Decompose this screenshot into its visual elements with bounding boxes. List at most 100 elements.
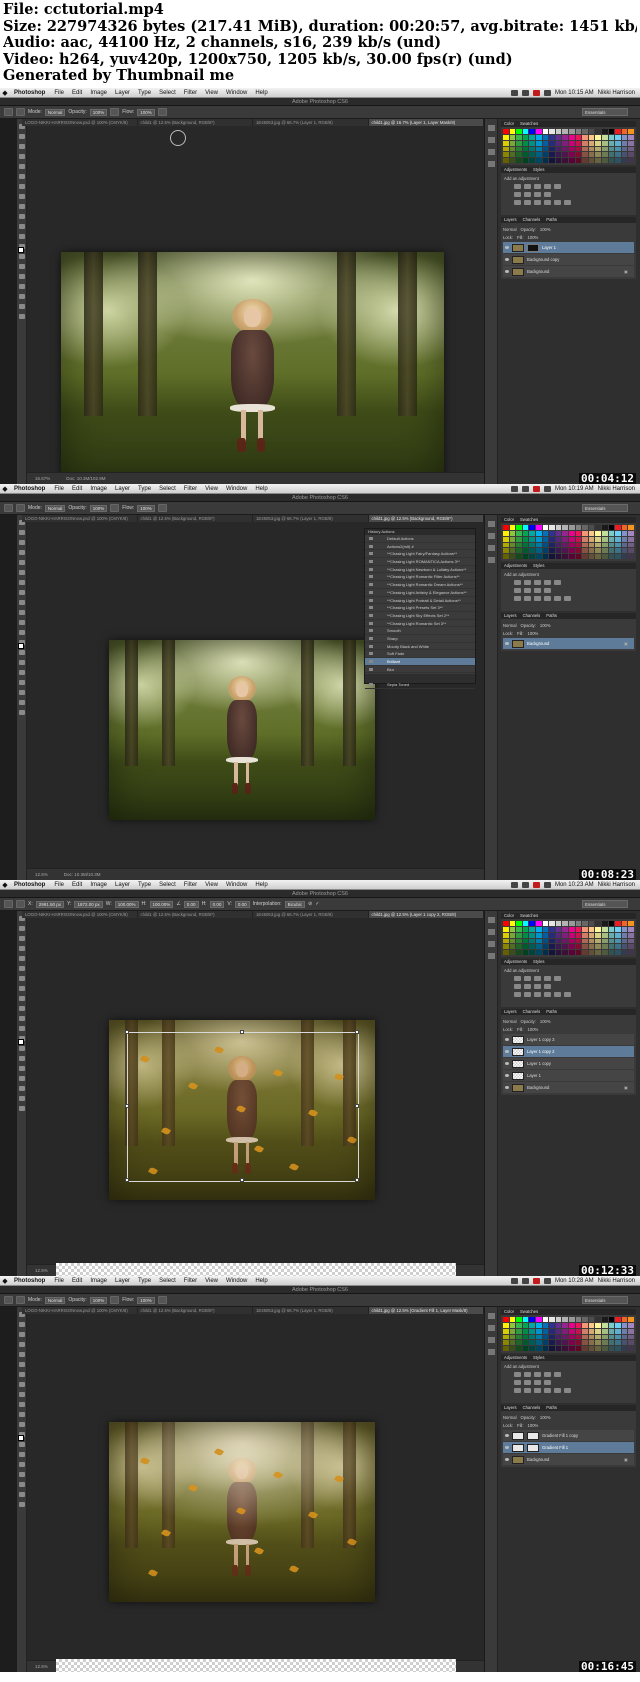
swatch[interactable] <box>588 158 595 163</box>
panel-icon[interactable] <box>487 1313 495 1319</box>
gradient-tool-icon[interactable] <box>18 630 25 635</box>
menu-item-help[interactable]: Help <box>251 90 271 96</box>
transform-handle[interactable] <box>355 1178 359 1182</box>
swatch[interactable] <box>588 152 595 158</box>
swatch[interactable] <box>529 530 535 536</box>
swatch[interactable] <box>555 1334 562 1340</box>
record-icon[interactable] <box>532 485 540 492</box>
swatch[interactable] <box>503 1322 509 1328</box>
adjustment-icon[interactable] <box>524 1380 531 1385</box>
panel-icon[interactable] <box>487 125 495 131</box>
foreground-color-swatch[interactable] <box>18 1435 24 1441</box>
user-name[interactable]: Nikki Harrison <box>598 486 635 492</box>
swatch[interactable] <box>562 140 568 146</box>
styles-tab[interactable]: Styles <box>533 1355 544 1360</box>
swatch[interactable] <box>621 140 628 146</box>
swatch[interactable] <box>542 158 549 163</box>
swatch[interactable] <box>522 129 529 134</box>
swatch[interactable] <box>588 530 595 536</box>
swatch[interactable] <box>628 542 634 548</box>
document-tab[interactable]: child1 @ 12.5% (Background, RGB/8*) <box>138 1307 253 1314</box>
layers-tab[interactable]: Layers <box>504 217 517 222</box>
swatch[interactable] <box>595 140 601 146</box>
action-item[interactable]: **Chasing Light Romantic Dream Actions** <box>365 581 475 589</box>
apple-menu-icon[interactable]: ◆ <box>0 485 10 493</box>
adjustment-icon[interactable] <box>544 580 551 585</box>
swatch[interactable] <box>568 536 575 542</box>
swatch[interactable] <box>575 146 582 152</box>
swatch[interactable] <box>621 944 628 950</box>
swatch[interactable] <box>516 932 522 938</box>
layer-row[interactable]: Background ▣ <box>503 1454 634 1465</box>
swatch[interactable] <box>568 542 575 548</box>
swatch[interactable] <box>529 536 535 542</box>
swatch[interactable] <box>628 158 634 163</box>
swatch[interactable] <box>535 530 542 536</box>
volume-icon[interactable] <box>543 881 551 888</box>
swatch[interactable] <box>509 158 516 163</box>
swatch[interactable] <box>575 129 582 134</box>
panel-icon[interactable] <box>487 161 495 167</box>
document-tab[interactable]: LOGO-NIKKI-HARRISONnew.psd @ 100% (CMYK/… <box>22 119 138 126</box>
styles-tab[interactable]: Styles <box>533 959 544 964</box>
swatch[interactable] <box>562 146 568 152</box>
swatch[interactable] <box>509 140 516 146</box>
menu-item-filter[interactable]: Filter <box>180 882 201 888</box>
swatch[interactable] <box>608 536 615 542</box>
swatch[interactable] <box>562 1334 568 1340</box>
hand-tool-icon[interactable] <box>18 1096 25 1101</box>
adjustment-icon[interactable] <box>514 992 521 997</box>
swatch[interactable] <box>621 129 628 134</box>
swatch[interactable] <box>549 146 555 152</box>
swatch[interactable] <box>516 926 522 932</box>
eyedropper-tool-icon[interactable] <box>18 1362 25 1367</box>
swatch[interactable] <box>621 530 628 536</box>
swatch[interactable] <box>621 1322 628 1328</box>
swatch[interactable] <box>516 146 522 152</box>
swatch[interactable] <box>516 1340 522 1346</box>
menu-item-file[interactable]: File <box>50 90 68 96</box>
mode-select[interactable]: Normal <box>44 1296 66 1304</box>
visibility-eye-icon[interactable] <box>505 1446 509 1449</box>
adjustment-icon[interactable] <box>524 588 531 593</box>
crop-tool-icon[interactable] <box>18 164 25 169</box>
swatch[interactable] <box>516 129 522 134</box>
menu-item-filter[interactable]: Filter <box>180 90 201 96</box>
swatch[interactable] <box>575 1340 582 1346</box>
swatch[interactable] <box>542 152 549 158</box>
apple-menu-icon[interactable]: ◆ <box>0 1277 10 1285</box>
quick-select-tool-icon[interactable] <box>18 154 25 159</box>
menu-item-edit[interactable]: Edit <box>68 1278 86 1284</box>
swatch[interactable] <box>549 1322 555 1328</box>
blend-mode-select[interactable]: Normal <box>503 227 517 232</box>
swatch[interactable] <box>621 1328 628 1334</box>
swatch[interactable] <box>608 938 615 944</box>
swatch[interactable] <box>601 1334 608 1340</box>
lock-icon[interactable]: ▣ <box>624 269 628 274</box>
swatch[interactable] <box>509 530 516 536</box>
panel-icon[interactable] <box>487 929 495 935</box>
swatch[interactable] <box>621 536 628 542</box>
hand-tool-icon[interactable] <box>18 1492 25 1497</box>
adjustment-icon[interactable] <box>534 588 541 593</box>
visibility-eye-icon[interactable] <box>505 246 509 249</box>
swatch[interactable] <box>615 134 621 140</box>
panel-icon[interactable] <box>487 1325 495 1331</box>
pen-tool-icon[interactable] <box>18 1056 25 1061</box>
swatch[interactable] <box>509 134 516 140</box>
layer-row[interactable]: Layer 1 <box>503 1070 634 1081</box>
transform-handle[interactable] <box>125 1178 129 1182</box>
swatch[interactable] <box>529 134 535 140</box>
swatch[interactable] <box>522 932 529 938</box>
swatch[interactable] <box>608 932 615 938</box>
layer-name[interactable]: Gradient Fill 1 copy <box>542 1433 578 1438</box>
pressure-opacity-icon[interactable] <box>110 504 120 512</box>
swatch[interactable] <box>535 1346 542 1351</box>
swatch[interactable] <box>562 1328 568 1334</box>
menu-app-photoshop[interactable]: Photoshop <box>10 90 50 96</box>
swatch[interactable] <box>568 548 575 554</box>
zoom-level[interactable]: 12.5% <box>35 1268 48 1273</box>
marquee-tool-icon[interactable] <box>18 926 25 931</box>
swatch[interactable] <box>509 525 516 530</box>
swatch[interactable] <box>555 146 562 152</box>
